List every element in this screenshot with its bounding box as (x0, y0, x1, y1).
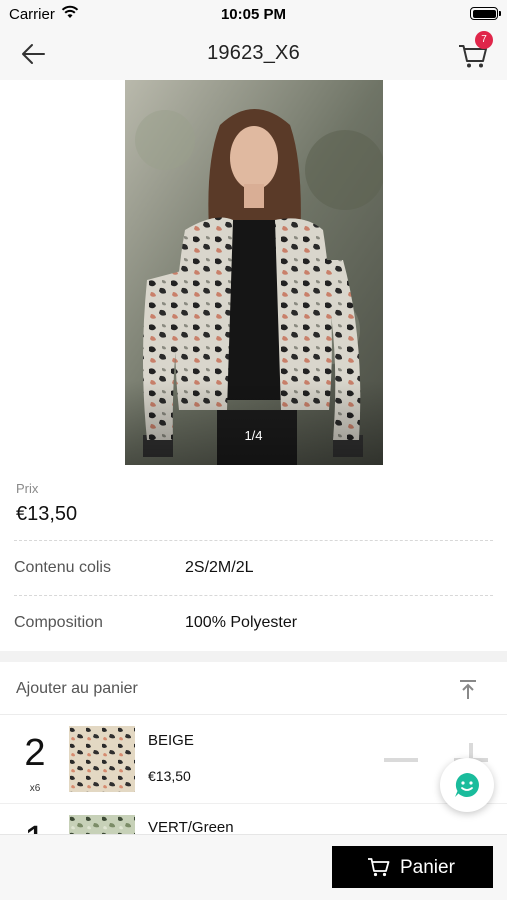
variant-row: 2 x6 BEIGE €13,50 (0, 716, 507, 804)
composition-value: 100% Polyester (185, 614, 298, 631)
scroll-to-top-button[interactable] (456, 679, 480, 701)
product-info: Prix €13,50 Contenu colis 2S/2M/2L Compo… (0, 465, 507, 651)
chat-icon (455, 773, 479, 797)
panier-label: Panier (400, 857, 455, 878)
variant-color: VERT/Green (148, 819, 234, 835)
price-value: €13,50 (16, 503, 78, 525)
chat-button[interactable] (440, 758, 494, 812)
variant-quantity: 2 (24, 732, 46, 774)
product-photo (125, 80, 383, 465)
add-to-cart-header: Ajouter au panier (0, 662, 507, 715)
variant-price: €13,50 (148, 768, 191, 784)
section-separator (0, 651, 507, 662)
bottom-bar: Panier (0, 835, 507, 900)
price-label: Prix (16, 481, 39, 496)
variant-thumbnail (69, 815, 135, 835)
panier-button[interactable]: Panier (332, 846, 493, 888)
variant-thumbnail (69, 726, 135, 792)
nav-bar: 19623_X6 7 (0, 28, 507, 80)
decrease-quantity-button[interactable] (384, 758, 418, 762)
package-content-value: 2S/2M/2L (185, 559, 254, 576)
variant-quantity: 1 (0, 819, 70, 835)
arrow-up-bar-icon (460, 680, 476, 699)
battery-icon (470, 7, 501, 20)
divider (14, 595, 493, 596)
variant-multiplier: x6 (29, 783, 41, 794)
cart-count-badge: 7 (475, 31, 493, 49)
divider (14, 540, 493, 541)
arrow-left-icon (22, 44, 45, 64)
status-time: 10:05 PM (220, 6, 287, 23)
status-bar: Carrier 10:05 PM (0, 0, 507, 28)
product-image-carousel[interactable]: 1/4 (0, 80, 507, 465)
package-content-label: Contenu colis (14, 559, 111, 576)
back-button[interactable] (18, 40, 48, 68)
add-to-cart-title: Ajouter au panier (16, 680, 138, 697)
image-pager: 1/4 (244, 428, 263, 443)
variant-row: 1 VERT/Green (0, 805, 507, 835)
page-title: 19623_X6 (207, 42, 300, 64)
cart-icon (368, 858, 390, 877)
composition-label: Composition (14, 614, 103, 631)
variant-color: BEIGE (148, 732, 194, 749)
